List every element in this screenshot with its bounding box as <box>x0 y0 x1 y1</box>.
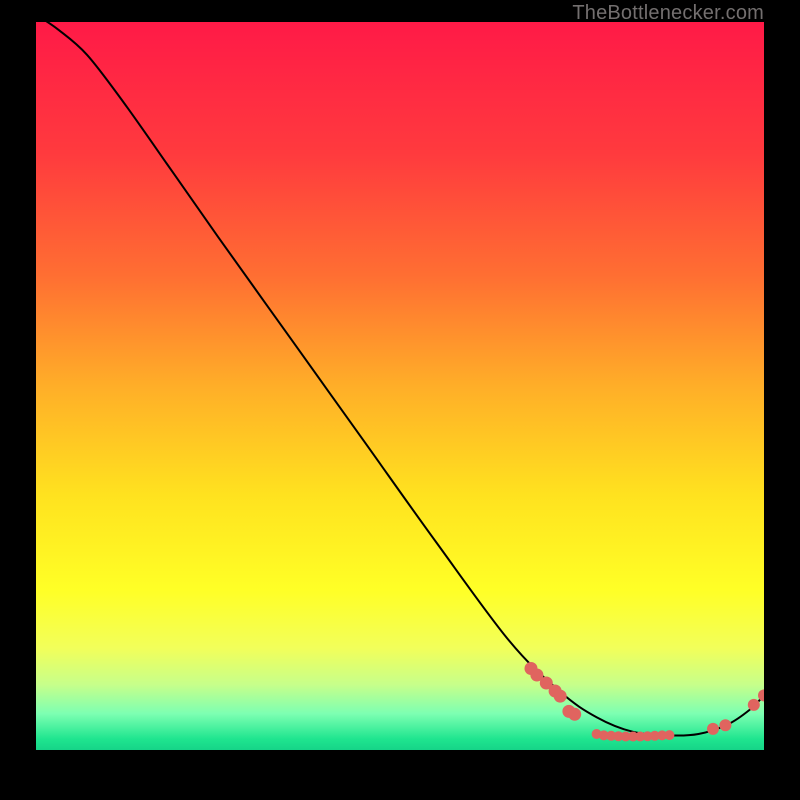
data-marker <box>719 719 731 731</box>
data-marker <box>748 699 760 711</box>
chart-svg <box>36 22 764 750</box>
data-marker <box>554 690 567 703</box>
data-marker <box>707 723 719 735</box>
data-marker <box>568 708 581 721</box>
data-marker <box>664 730 674 740</box>
chart-frame <box>36 22 764 750</box>
